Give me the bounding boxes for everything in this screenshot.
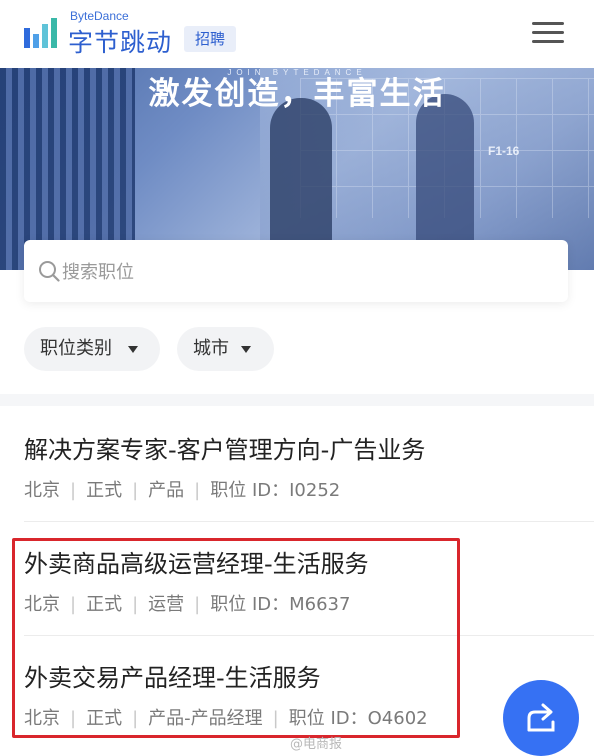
list-separator <box>24 521 594 522</box>
job-id-label: 职位 ID： <box>210 480 290 501</box>
brand-name-en: ByteDance <box>70 9 129 23</box>
top-header: ByteDance 字节跳动 招聘 <box>0 0 594 68</box>
job-category: 产品 <box>148 480 185 501</box>
search-input[interactable]: 搜索职位 <box>24 240 568 302</box>
job-list-item[interactable]: 解决方案专家-客户管理方向-广告业务 北京 | 正式 | 产品 | 职位 ID：I0252 <box>0 420 594 520</box>
job-meta: 北京 | 正式 | 产品 | 职位 ID：I0252 <box>24 480 341 501</box>
recruit-badge: 招聘 <box>184 26 236 52</box>
job-title: 解决方案专家-客户管理方向-广告业务 <box>24 436 426 464</box>
filter-job-category[interactable]: 职位类别 <box>24 327 160 371</box>
search-icon <box>39 261 60 282</box>
job-city: 北京 <box>24 480 60 501</box>
filter-city[interactable]: 城市 <box>177 327 274 371</box>
highlight-annotation-box <box>12 538 460 738</box>
share-button[interactable] <box>503 680 579 756</box>
hero-sign-text: F1-16 <box>488 144 520 158</box>
watermark-text: @电商报 <box>290 737 343 752</box>
brand-name-cn: 字节跳动 <box>68 28 173 57</box>
hero-subtitle: JOIN BYTEDANCE <box>227 68 367 77</box>
share-icon <box>527 703 555 732</box>
hamburger-menu-icon[interactable] <box>532 22 564 44</box>
job-id: I0252 <box>289 480 341 501</box>
filter-label: 城市 <box>193 338 229 359</box>
section-divider <box>0 394 594 406</box>
caret-down-icon <box>241 346 251 353</box>
search-placeholder: 搜索职位 <box>62 262 134 283</box>
filter-label: 职位类别 <box>40 338 112 359</box>
job-type: 正式 <box>86 480 123 501</box>
caret-down-icon <box>128 346 138 353</box>
bytedance-logo-icon[interactable] <box>24 18 62 50</box>
